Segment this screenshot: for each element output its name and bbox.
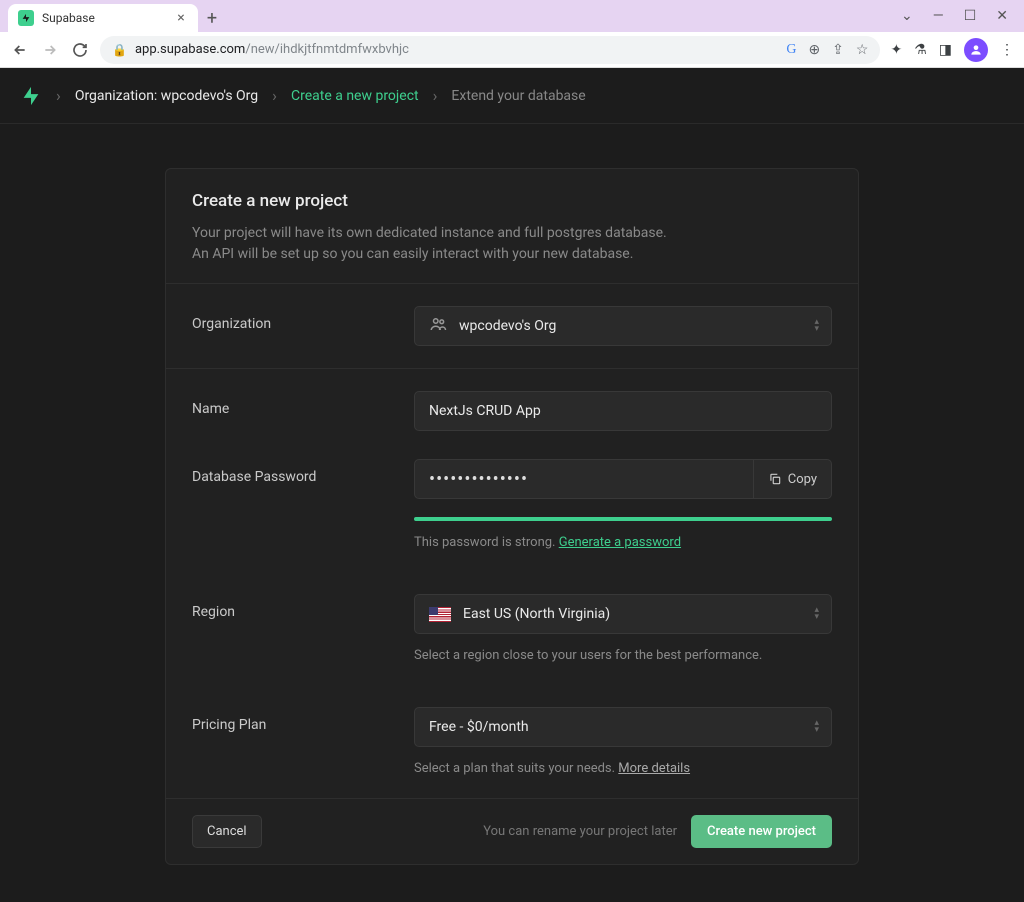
project-name-input[interactable]: NextJs CRUD App (414, 391, 832, 431)
generate-password-link[interactable]: Generate a password (559, 535, 681, 550)
forward-button[interactable] (40, 40, 60, 60)
pricing-plan-hint: Select a plan that suits your needs. Mor… (414, 761, 832, 776)
row-password: Database Password •••••••••••••• Copy (166, 453, 858, 572)
panel-icon[interactable]: ◨ (939, 42, 952, 58)
pricing-plan-select[interactable]: Free - $0/month ▴▾ (414, 707, 832, 747)
breadcrumb-extend-database: Extend your database (451, 88, 585, 104)
breadcrumb-create-project[interactable]: Create a new project (291, 88, 419, 104)
organization-select[interactable]: wpcodevo's Org ▴▾ (414, 306, 832, 346)
close-icon[interactable]: ✕ (996, 8, 1008, 24)
label-password: Database Password (192, 459, 414, 485)
copy-icon (768, 472, 782, 486)
card-header: Create a new project Your project will h… (166, 169, 858, 283)
chevron-right-icon: › (56, 86, 61, 105)
maximize-icon[interactable]: ☐ (964, 8, 977, 24)
reload-button[interactable] (70, 40, 90, 60)
row-name: Name NextJs CRUD App (166, 369, 858, 453)
google-icon[interactable]: G (786, 42, 796, 58)
zoom-icon[interactable]: ⊕ (808, 42, 820, 58)
back-button[interactable] (10, 40, 30, 60)
password-strength-bar (414, 517, 832, 521)
region-select[interactable]: East US (North Virginia) ▴▾ (414, 594, 832, 634)
us-flag-icon (429, 607, 451, 622)
app-topbar: › Organization: wpcodevo's Org › Create … (0, 68, 1024, 124)
pricing-plan-value: Free - $0/month (429, 719, 529, 735)
chevron-updown-icon: ▴▾ (814, 720, 819, 734)
lab-icon[interactable]: ⚗ (914, 42, 927, 58)
window-controls: ⌄ — ☐ ✕ (901, 8, 1024, 24)
password-masked-value: •••••••••••••• (429, 469, 528, 490)
chevron-updown-icon: ▴▾ (814, 607, 819, 621)
star-icon[interactable]: ☆ (856, 42, 869, 58)
chevron-right-icon: › (272, 86, 277, 105)
users-icon (429, 315, 447, 337)
label-pricing-plan: Pricing Plan (192, 707, 414, 733)
browser-titlebar: Supabase × + ⌄ — ☐ ✕ (0, 0, 1024, 32)
create-project-button[interactable]: Create new project (691, 815, 832, 848)
main-content: Create a new project Your project will h… (0, 124, 1024, 902)
profile-avatar[interactable] (964, 38, 988, 62)
card-description: Your project will have its own dedicated… (192, 223, 832, 265)
supabase-favicon (18, 10, 34, 26)
tab-title: Supabase (42, 11, 166, 25)
region-hint: Select a region close to your users for … (414, 648, 832, 663)
label-organization: Organization (192, 306, 414, 332)
browser-toolbar: 🔒 app.supabase.com /new/ihdkjtfnmtdmfwxb… (0, 32, 1024, 68)
tab-strip: Supabase × + (0, 0, 226, 32)
label-name: Name (192, 391, 414, 417)
lock-icon: 🔒 (112, 43, 127, 57)
card-title: Create a new project (192, 191, 832, 211)
menu-icon[interactable]: ⋮ (1000, 42, 1014, 58)
chevron-updown-icon: ▴▾ (814, 319, 819, 333)
row-pricing-plan: Pricing Plan Free - $0/month ▴▾ Select a… (166, 685, 858, 798)
database-password-input[interactable]: •••••••••••••• (414, 459, 754, 499)
row-region: Region East US (North Virginia) ▴▾ Selec… (166, 572, 858, 685)
label-region: Region (192, 594, 414, 620)
chevron-down-icon[interactable]: ⌄ (901, 8, 913, 24)
copy-password-button[interactable]: Copy (754, 459, 832, 499)
create-project-card: Create a new project Your project will h… (165, 168, 859, 865)
card-footer: Cancel You can rename your project later… (166, 798, 858, 864)
supabase-logo[interactable] (20, 85, 42, 107)
region-value: East US (North Virginia) (463, 606, 610, 622)
browser-tab[interactable]: Supabase × (8, 4, 198, 32)
address-bar[interactable]: 🔒 app.supabase.com /new/ihdkjtfnmtdmfwxb… (100, 36, 880, 64)
extensions-icon[interactable]: ✦ (890, 42, 902, 58)
organization-value: wpcodevo's Org (459, 318, 556, 334)
url-text: app.supabase.com /new/ihdkjtfnmtdmfwxbvh… (135, 42, 409, 57)
chevron-right-icon: › (433, 86, 438, 105)
more-details-link[interactable]: More details (618, 761, 690, 776)
password-hint: This password is strong. Generate a pass… (414, 535, 832, 550)
footer-hint: You can rename your project later (483, 824, 677, 839)
tab-close-icon[interactable]: × (174, 11, 188, 25)
minimize-icon[interactable]: — (933, 8, 944, 24)
project-name-value: NextJs CRUD App (429, 403, 541, 419)
cancel-button[interactable]: Cancel (192, 815, 262, 848)
app-viewport: › Organization: wpcodevo's Org › Create … (0, 68, 1024, 902)
row-organization: Organization wpcodevo's Org ▴▾ (166, 284, 858, 368)
breadcrumb-organization[interactable]: Organization: wpcodevo's Org (75, 88, 258, 104)
share-icon[interactable]: ⇪ (832, 42, 844, 58)
new-tab-button[interactable]: + (198, 4, 226, 32)
